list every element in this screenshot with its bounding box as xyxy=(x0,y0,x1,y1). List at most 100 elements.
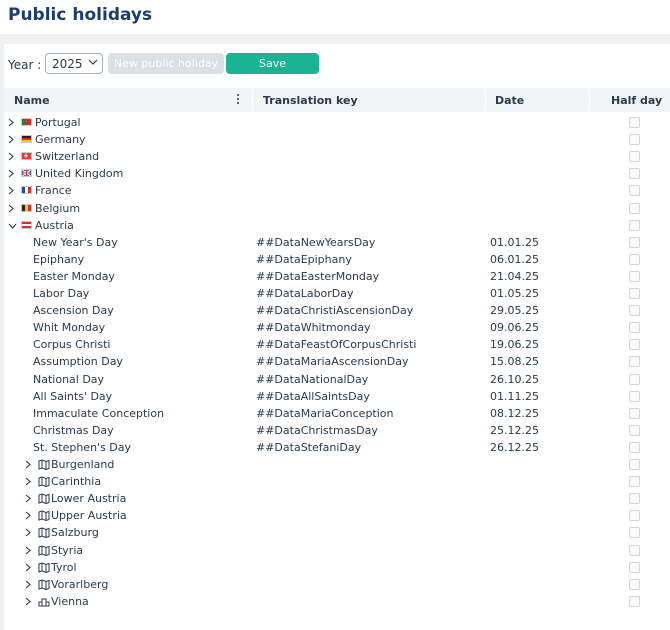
half-day-checkbox[interactable] xyxy=(629,202,640,214)
chevron-right-icon[interactable] xyxy=(8,204,14,213)
half-day-checkbox[interactable] xyxy=(629,424,640,436)
chevron-down-icon[interactable] xyxy=(8,223,17,229)
half-day-checkbox[interactable] xyxy=(629,253,640,265)
region-row[interactable]: Salzburg xyxy=(4,524,670,541)
half-day-checkbox[interactable] xyxy=(629,407,640,419)
country-name: France xyxy=(35,184,72,198)
column-header-half-day[interactable]: Half day xyxy=(611,94,662,107)
country-row-austria[interactable]: Austria xyxy=(4,217,670,234)
chevron-right-icon[interactable] xyxy=(25,511,31,520)
half-day-checkbox[interactable] xyxy=(629,544,640,556)
holiday-row[interactable]: Immaculate Conception ##DataMariaConcepti… xyxy=(4,405,670,422)
column-header-name[interactable]: Name xyxy=(14,94,50,107)
column-menu-icon[interactable] xyxy=(236,93,240,105)
holiday-translation-key: ##DataMariaAscensionDay xyxy=(256,355,409,369)
holiday-date: 01.11.25 xyxy=(490,389,539,403)
chevron-right-icon[interactable] xyxy=(25,460,31,469)
region-row[interactable]: Styria xyxy=(4,542,670,559)
region-row[interactable]: Vienna xyxy=(4,593,670,610)
half-day-checkbox[interactable] xyxy=(629,134,640,146)
region-row[interactable]: Upper Austria xyxy=(4,507,670,524)
holiday-row[interactable]: Whit Monday ##DataWhitmonday 09.06.25 xyxy=(4,319,670,336)
chevron-right-icon[interactable] xyxy=(25,563,31,572)
holiday-row[interactable]: Easter Monday ##DataEasterMonday 21.04.25 xyxy=(4,268,670,285)
half-day-checkbox[interactable] xyxy=(629,236,640,248)
holiday-row[interactable]: St. Stephen's Day ##DataStefaniDay 26.12.2… xyxy=(4,439,670,456)
country-row-france[interactable]: France xyxy=(4,182,670,199)
half-day-checkbox[interactable] xyxy=(629,578,640,590)
chevron-right-icon[interactable] xyxy=(25,597,31,606)
half-day-checkbox[interactable] xyxy=(629,356,640,368)
half-day-checkbox[interactable] xyxy=(629,305,640,317)
new-public-holiday-button[interactable]: New public holiday xyxy=(108,53,224,74)
half-day-checkbox[interactable] xyxy=(629,168,640,180)
belgium-flag-icon xyxy=(21,203,32,212)
title-bar: Public holidays xyxy=(0,0,670,34)
map-icon xyxy=(38,493,50,505)
country-row-portugal[interactable]: Portugal xyxy=(4,114,670,131)
holiday-row[interactable]: Ascension Day ##DataChristiAscensionDay 29… xyxy=(4,302,670,319)
holiday-date: 06.01.25 xyxy=(490,252,539,266)
half-day-checkbox[interactable] xyxy=(629,595,640,607)
chevron-right-icon[interactable] xyxy=(8,169,14,178)
holiday-name: Assumption Day xyxy=(33,355,123,369)
holiday-row[interactable]: Assumption Day ##DataMariaAscensionDay 15.… xyxy=(4,353,670,370)
region-row[interactable]: Carinthia xyxy=(4,473,670,490)
chevron-right-icon[interactable] xyxy=(8,152,14,161)
half-day-checkbox[interactable] xyxy=(629,219,640,231)
half-day-checkbox[interactable] xyxy=(629,510,640,522)
half-day-checkbox[interactable] xyxy=(629,151,640,163)
holiday-translation-key: ##DataLaborDay xyxy=(256,287,354,300)
holiday-row[interactable]: Labor Day ##DataLaborDay 01.05.25 xyxy=(4,285,670,302)
half-day-checkbox[interactable] xyxy=(629,390,640,402)
half-day-checkbox[interactable] xyxy=(629,459,640,470)
half-day-checkbox[interactable] xyxy=(629,322,640,334)
holiday-row[interactable]: New Year's Day ##DataNewYearsDay 01.01.25 xyxy=(4,234,670,251)
half-day-checkbox[interactable] xyxy=(629,441,640,453)
holiday-row[interactable]: Christmas Day ##DataChristmasDay 25.12.25 xyxy=(4,422,670,439)
holiday-date: 26.10.25 xyxy=(490,372,539,386)
chevron-right-icon[interactable] xyxy=(8,118,14,127)
column-header-translation-key[interactable]: Translation key xyxy=(263,94,358,107)
half-day-checkbox[interactable] xyxy=(629,493,640,505)
holiday-row[interactable]: Corpus Christi ##DataFeastOfCorpusChristi… xyxy=(4,336,670,353)
half-day-checkbox[interactable] xyxy=(629,373,640,385)
chevron-right-icon[interactable] xyxy=(25,580,31,589)
save-button[interactable]: Save xyxy=(226,53,319,74)
column-header-date[interactable]: Date xyxy=(495,94,524,107)
year-select[interactable]: 2025 xyxy=(45,53,103,74)
chevron-right-icon[interactable] xyxy=(25,528,31,537)
region-row[interactable]: Lower Austria xyxy=(4,490,670,507)
holiday-row[interactable]: Epiphany ##DataEpiphany 06.01.25 xyxy=(4,251,670,268)
half-day-checkbox[interactable] xyxy=(629,270,640,282)
country-row-belgium[interactable]: Belgium xyxy=(4,200,670,217)
map-icon xyxy=(38,562,50,573)
half-day-checkbox[interactable] xyxy=(629,527,640,539)
chevron-right-icon[interactable] xyxy=(8,135,14,144)
chevron-right-icon[interactable] xyxy=(8,186,14,195)
half-day-checkbox[interactable] xyxy=(629,476,640,488)
column-separator[interactable] xyxy=(589,90,590,110)
region-row[interactable]: Burgenland xyxy=(4,456,670,473)
chevron-right-icon[interactable] xyxy=(25,546,31,555)
country-row-germany[interactable]: Germany xyxy=(4,131,670,148)
country-row-switzerland[interactable]: Switzerland xyxy=(4,148,670,165)
half-day-checkbox[interactable] xyxy=(629,117,640,128)
chevron-right-icon[interactable] xyxy=(25,494,31,503)
holiday-row[interactable]: All Saints' Day ##DataAllSaintsDay 01.11.2… xyxy=(4,388,670,405)
country-row-united-kingdom[interactable]: United Kingdom xyxy=(4,165,670,182)
region-row[interactable]: Vorarlberg xyxy=(4,576,670,593)
page-title: Public holidays xyxy=(8,5,153,25)
holiday-date: 08.12.25 xyxy=(490,406,539,420)
half-day-checkbox[interactable] xyxy=(629,185,640,197)
chevron-right-icon[interactable] xyxy=(25,477,31,486)
half-day-checkbox[interactable] xyxy=(629,288,640,299)
holiday-date: 21.04.25 xyxy=(490,269,539,283)
region-row[interactable]: Tyrol xyxy=(4,559,670,576)
column-separator[interactable] xyxy=(485,90,486,110)
half-day-checkbox[interactable] xyxy=(629,561,640,573)
region-name: Lower Austria xyxy=(51,492,127,506)
holiday-row[interactable]: National Day ##DataNationalDay 26.10.25 xyxy=(4,371,670,388)
column-separator[interactable] xyxy=(252,90,253,110)
half-day-checkbox[interactable] xyxy=(629,339,640,351)
